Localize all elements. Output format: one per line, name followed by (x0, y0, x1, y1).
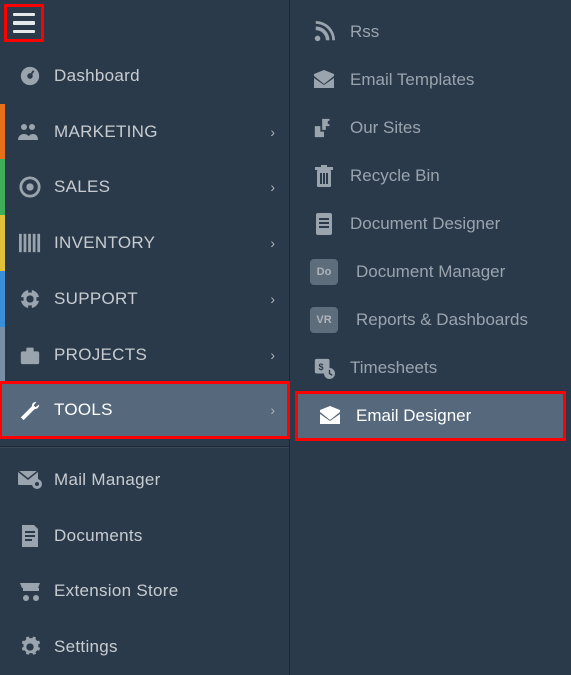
marketing-icon (16, 122, 44, 142)
timesheets-icon: $ (308, 357, 340, 379)
sub-label: Email Designer (356, 406, 553, 426)
nav-documents[interactable]: Documents (0, 508, 289, 564)
extension-store-icon (16, 580, 44, 602)
svg-text:$: $ (319, 362, 324, 372)
sub-label: Document Manager (350, 262, 559, 282)
sub-reports-dashboards[interactable]: VR Reports & Dashboards (290, 296, 571, 344)
nav-label: SUPPORT (54, 289, 270, 309)
sub-email-designer[interactable]: Email Designer (296, 392, 565, 440)
chevron-right-icon: › (270, 402, 275, 418)
nav-extension-store[interactable]: Extension Store (0, 564, 289, 620)
sub-label: Reports & Dashboards (350, 310, 559, 330)
document-manager-icon: Do (308, 259, 340, 285)
mail-manager-icon (16, 471, 44, 489)
reports-dashboards-icon: VR (308, 307, 340, 333)
sub-label: Document Designer (350, 214, 559, 234)
document-designer-icon (308, 213, 340, 235)
dashboard-icon (16, 65, 44, 87)
email-templates-icon (308, 70, 340, 90)
chevron-right-icon: › (270, 347, 275, 363)
sales-icon (16, 176, 44, 198)
sub-label: Rss (350, 22, 559, 42)
nav-inventory[interactable]: INVENTORY › (0, 215, 289, 271)
sub-label: Recycle Bin (350, 166, 559, 186)
sub-document-designer[interactable]: Document Designer (290, 200, 571, 248)
nav-label: PROJECTS (54, 345, 270, 365)
nav-tools[interactable]: TOOLS › (0, 382, 289, 438)
nav-label: Settings (54, 637, 275, 657)
recycle-bin-icon (308, 165, 340, 187)
chevron-right-icon: › (270, 124, 275, 140)
badge-vr: VR (310, 307, 338, 333)
nav-dashboard[interactable]: Dashboard (0, 48, 289, 104)
rss-icon (308, 21, 340, 43)
nav-label: TOOLS (54, 400, 270, 420)
chevron-right-icon: › (270, 179, 275, 195)
nav-label: Documents (54, 526, 275, 546)
documents-icon (16, 525, 44, 547)
chevron-right-icon: › (270, 235, 275, 251)
sub-label: Email Templates (350, 70, 559, 90)
nav-projects[interactable]: PROJECTS › (0, 327, 289, 383)
sub-label: Timesheets (350, 358, 559, 378)
badge-do: Do (310, 259, 338, 285)
nav-settings[interactable]: Settings (0, 619, 289, 675)
sub-recycle-bin[interactable]: Recycle Bin (290, 152, 571, 200)
our-sites-icon (308, 117, 340, 139)
sub-label: Our Sites (350, 118, 559, 138)
hamburger-menu-button[interactable] (4, 4, 44, 42)
sub-email-templates[interactable]: Email Templates (290, 56, 571, 104)
nav-sales[interactable]: SALES › (0, 159, 289, 215)
nav-label: MARKETING (54, 122, 270, 142)
nav-label: Extension Store (54, 581, 275, 601)
sub-timesheets[interactable]: $ Timesheets (290, 344, 571, 392)
nav-label: INVENTORY (54, 233, 270, 253)
sub-document-manager[interactable]: Do Document Manager (290, 248, 571, 296)
tools-submenu: Rss Email Templates Our Sites Recycle Bi… (290, 0, 571, 675)
hamburger-container (0, 0, 289, 48)
nav-support[interactable]: SUPPORT › (0, 271, 289, 327)
sub-rss[interactable]: Rss (290, 8, 571, 56)
primary-nav: Dashboard MARKETING › SALES › INVENTORY … (0, 0, 290, 675)
chevron-right-icon: › (270, 291, 275, 307)
nav-marketing[interactable]: MARKETING › (0, 104, 289, 160)
nav-label: Mail Manager (54, 470, 275, 490)
inventory-icon (16, 233, 44, 253)
settings-icon (16, 636, 44, 658)
projects-icon (16, 345, 44, 365)
nav-divider (0, 446, 289, 448)
email-designer-icon (314, 406, 346, 426)
support-icon (16, 288, 44, 310)
nav-mail-manager[interactable]: Mail Manager (0, 452, 289, 508)
nav-label: SALES (54, 177, 270, 197)
sub-our-sites[interactable]: Our Sites (290, 104, 571, 152)
nav-label: Dashboard (54, 66, 275, 86)
tools-icon (16, 399, 44, 421)
